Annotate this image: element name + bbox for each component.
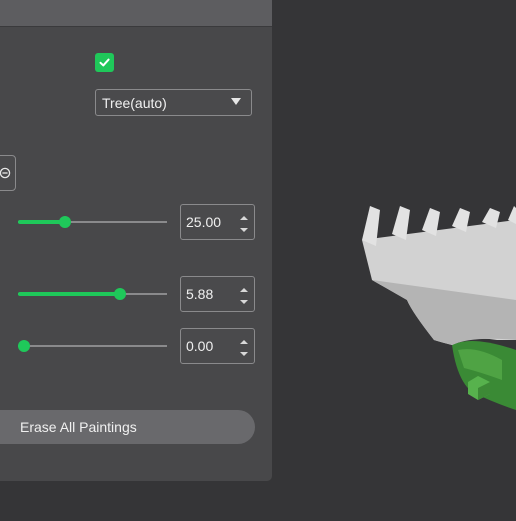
brush-height-slider[interactable] (18, 339, 167, 353)
partial-icon-button[interactable] (0, 155, 16, 191)
slider-thumb[interactable] (114, 288, 126, 300)
slider-track (18, 345, 167, 347)
brush-size-spinbox[interactable]: 5.88 (180, 276, 255, 312)
circle-minus-icon (0, 167, 11, 179)
support-type-select[interactable]: Tree(auto) (95, 89, 252, 116)
threshold-angle-slider[interactable] (18, 215, 167, 229)
3d-model[interactable] (272, 0, 516, 516)
threshold-angle-spinbox[interactable]: 25.00 (180, 204, 255, 240)
slider-fill (18, 220, 65, 224)
spin-up-icon[interactable] (240, 339, 248, 345)
spin-down-icon[interactable] (240, 227, 248, 233)
support-type-value: Tree(auto) (102, 94, 167, 111)
3d-viewport[interactable] (272, 0, 516, 516)
erase-all-paintings-label: Erase All Paintings (20, 419, 137, 435)
support-paint-panel: Tree(auto) 25.00 5.88 0.00 Erase All Pai… (0, 0, 272, 481)
brush-size-slider[interactable] (18, 287, 167, 301)
panel-header[interactable] (0, 0, 272, 27)
brush-height-spinbox[interactable]: 0.00 (180, 328, 255, 364)
brush-size-value[interactable]: 5.88 (186, 286, 213, 302)
threshold-angle-value[interactable]: 25.00 (186, 214, 221, 230)
caret-down-icon (231, 98, 241, 105)
spin-up-icon[interactable] (240, 215, 248, 221)
slider-fill (18, 292, 120, 296)
erase-all-paintings-button[interactable]: Erase All Paintings (0, 410, 255, 444)
enable-support-checkbox[interactable] (95, 53, 114, 72)
brush-height-value[interactable]: 0.00 (186, 338, 213, 354)
spin-down-icon[interactable] (240, 351, 248, 357)
slider-thumb[interactable] (59, 216, 71, 228)
spin-down-icon[interactable] (240, 299, 248, 305)
slider-thumb[interactable] (18, 340, 30, 352)
spin-up-icon[interactable] (240, 287, 248, 293)
check-icon (99, 58, 110, 67)
